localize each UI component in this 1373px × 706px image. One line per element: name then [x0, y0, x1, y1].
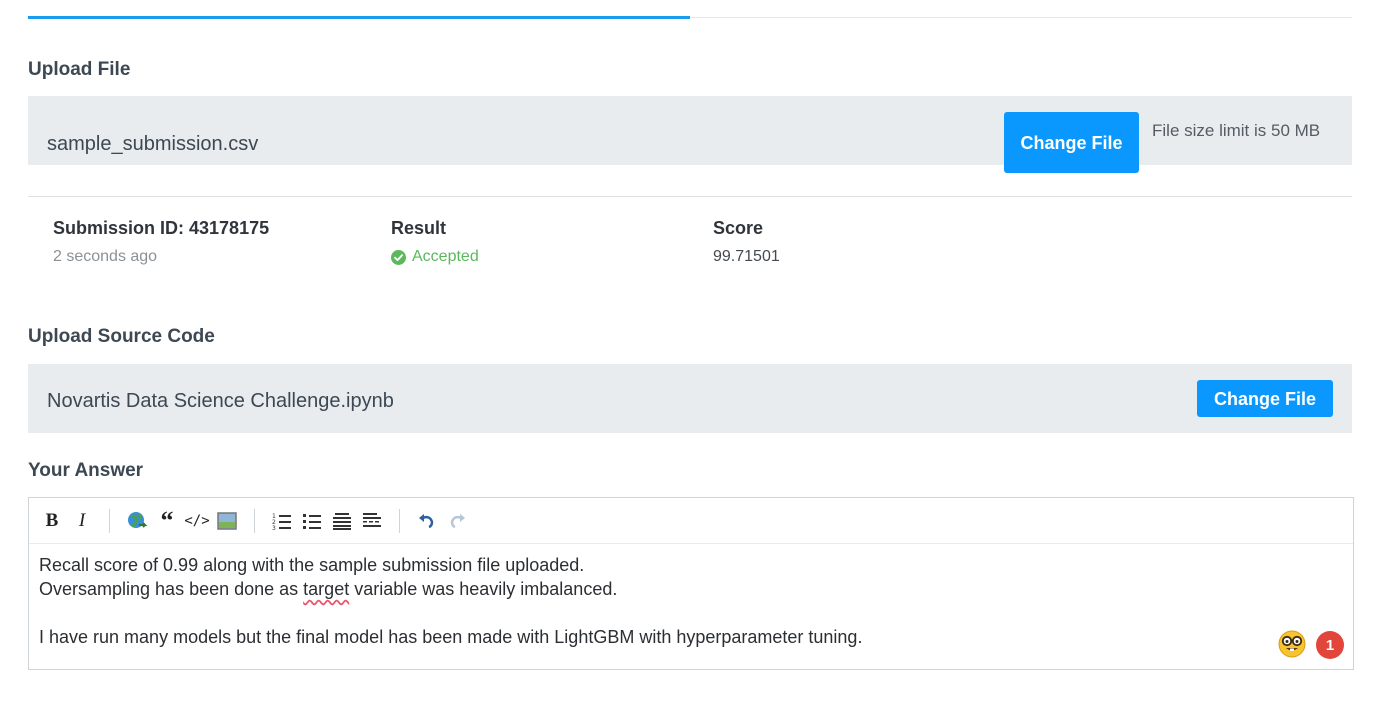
horizontal-rule-icon [363, 512, 381, 527]
score-column: Score 99.71501 [713, 218, 780, 266]
bulleted-list-icon [303, 513, 321, 529]
answer-line: I have run many models but the final mod… [39, 627, 863, 647]
result-value: Accepted [412, 248, 479, 265]
horizontal-rule-button[interactable] [357, 506, 387, 536]
undo-icon [419, 513, 434, 528]
active-tab-indicator [28, 16, 690, 19]
bulleted-list-button[interactable] [297, 506, 327, 536]
svg-text:3: 3 [272, 525, 276, 530]
image-icon [217, 511, 237, 530]
heading-icon [333, 512, 351, 530]
source-file-name: Novartis Data Science Challenge.ipynb [47, 390, 394, 412]
toolbar-separator [109, 508, 110, 533]
ordered-list-button[interactable]: 123 [267, 506, 297, 536]
your-answer-title: Your Answer [28, 460, 144, 481]
submission-id: Submission ID: 43178175 [53, 218, 270, 238]
answer-line [39, 601, 862, 625]
image-button[interactable] [212, 506, 242, 536]
link-button[interactable] [122, 506, 152, 536]
globe-link-icon [128, 511, 148, 528]
answer-text[interactable]: Recall score of 0.99 along with the samp… [39, 553, 862, 649]
undo-button[interactable] [412, 506, 442, 536]
bold-button[interactable]: B [37, 506, 67, 536]
answer-editor[interactable]: B I “ </> 123 Recall score of 0.99 along… [28, 497, 1354, 670]
nerd-face-emoji-icon[interactable] [1278, 630, 1306, 658]
ordered-list-icon: 123 [272, 513, 291, 530]
answer-text-fragment: variable was heavily imbalanced. [349, 579, 618, 599]
uploaded-file-name: sample_submission.csv [47, 133, 259, 155]
change-file-button[interactable]: Change File [1004, 112, 1139, 173]
score-label: Score [713, 218, 764, 238]
check-circle-icon [391, 249, 406, 265]
notification-badge[interactable]: 1 [1316, 631, 1344, 659]
divider [28, 196, 1352, 197]
submission-id-column: Submission ID: 43178175 2 seconds ago [53, 218, 269, 266]
result-status: Accepted [391, 248, 479, 266]
toolbar-separator [399, 508, 400, 533]
answer-line: Oversampling has been done as target var… [39, 577, 862, 601]
tab-bar [28, 16, 1352, 19]
submission-time: 2 seconds ago [53, 248, 158, 265]
misspelled-word[interactable]: target [303, 579, 349, 599]
result-column: Result Accepted [391, 218, 479, 266]
heading-button[interactable] [327, 506, 357, 536]
upload-source-bar: Novartis Data Science Challenge.ipynb Ch… [28, 364, 1352, 433]
upload-file-bar: sample_submission.csv Change File File s… [28, 96, 1352, 173]
answer-line: Recall score of 0.99 along with the samp… [39, 555, 585, 575]
file-size-note: File size limit is 50 MB [1152, 121, 1321, 140]
result-label: Result [391, 218, 447, 238]
answer-text-fragment: Oversampling has been done as [39, 579, 304, 599]
redo-icon [450, 513, 465, 528]
editor-toolbar: B I “ </> 123 [29, 498, 1353, 544]
redo-button[interactable] [442, 506, 472, 536]
toolbar-separator [254, 508, 255, 533]
upload-file-title: Upload File [28, 59, 131, 80]
score-value: 99.71501 [713, 248, 780, 265]
upload-source-title: Upload Source Code [28, 326, 215, 347]
code-button[interactable]: </> [182, 506, 212, 536]
blockquote-button[interactable]: “ [152, 506, 182, 536]
italic-button[interactable]: I [67, 506, 97, 536]
change-source-button[interactable]: Change File [1197, 380, 1333, 417]
